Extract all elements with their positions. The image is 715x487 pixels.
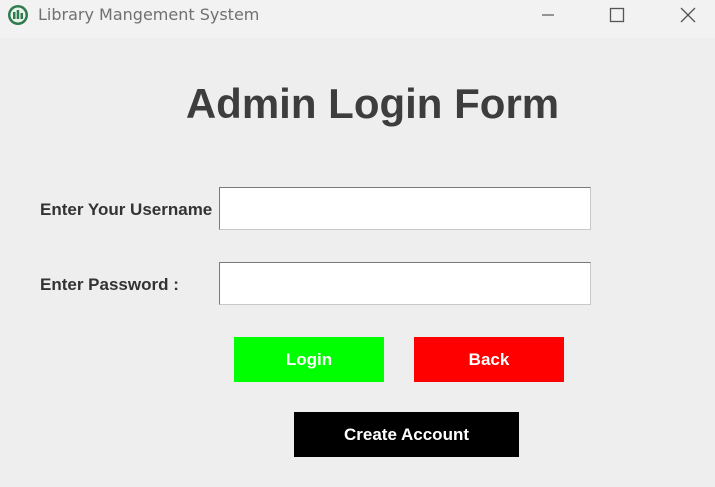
app-icon — [7, 4, 29, 26]
title-bar: Library Mangement System — [0, 0, 715, 39]
page-title: Admin Login Form — [185, 80, 560, 127]
close-icon — [680, 7, 696, 23]
create-account-button[interactable]: Create Account — [294, 412, 519, 457]
login-button[interactable]: Login — [234, 337, 384, 382]
minimize-icon — [541, 8, 555, 22]
close-button[interactable] — [665, 0, 711, 30]
username-label: Enter Your Username : — [40, 200, 218, 219]
username-input[interactable] — [219, 187, 591, 230]
password-input[interactable] — [219, 262, 591, 305]
minimize-button[interactable] — [525, 0, 571, 30]
password-label: Enter Password : — [40, 275, 179, 294]
username-label-container: Enter Your Username : — [40, 200, 218, 224]
back-button[interactable]: Back — [414, 337, 564, 382]
maximize-button[interactable] — [594, 0, 640, 30]
window-title: Library Mangement System — [38, 5, 260, 24]
maximize-icon — [609, 7, 625, 23]
